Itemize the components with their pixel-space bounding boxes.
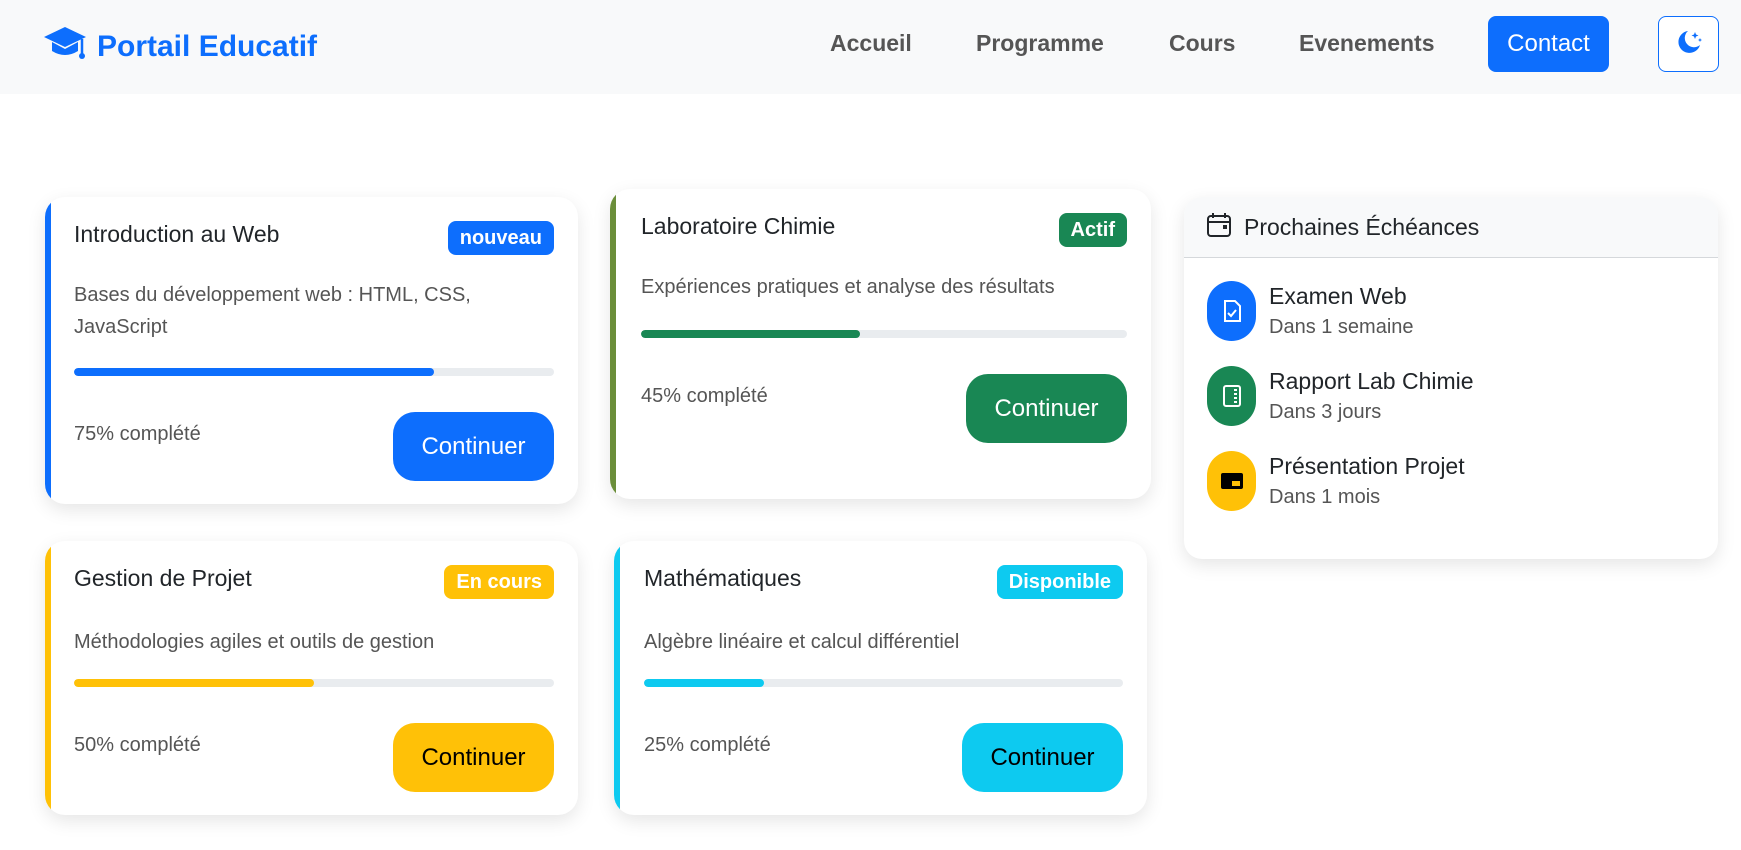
deadlines-panel: Prochaines Échéances Examen Web Dans 1 s… bbox=[1184, 197, 1718, 559]
course-description-line: JavaScript bbox=[74, 316, 168, 338]
progress-text: 25% complété bbox=[644, 734, 771, 756]
deadline-name: Présentation Projet bbox=[1269, 453, 1465, 479]
theme-toggle-button[interactable] bbox=[1658, 16, 1719, 72]
course-description: Algèbre linéaire et calcul différentiel bbox=[644, 631, 960, 653]
deadline-when: Dans 3 jours bbox=[1269, 401, 1382, 423]
deadline-text: Examen Web Dans 1 semaine bbox=[1269, 283, 1414, 339]
presentation-icon bbox=[1207, 451, 1256, 511]
status-badge: Disponible bbox=[996, 565, 1123, 599]
graduation-cap-icon bbox=[43, 24, 87, 69]
course-title: Mathématiques bbox=[644, 565, 802, 591]
progress-fill bbox=[644, 679, 764, 687]
moon-stars-icon bbox=[1675, 28, 1703, 61]
navbar: Portail Educatif Accueil Programme Cours… bbox=[0, 0, 1741, 94]
nav-link-evenements[interactable]: Evenements bbox=[1299, 30, 1435, 57]
journal-icon bbox=[1207, 366, 1256, 426]
course-card-chimie: Laboratoire Chimie Actif Expériences pra… bbox=[610, 189, 1151, 499]
status-badge: nouveau bbox=[447, 221, 554, 255]
progress-text: 50% complété bbox=[74, 734, 201, 756]
course-card-web: Introduction au Web nouveau Bases du dév… bbox=[45, 197, 578, 504]
progress-bar bbox=[74, 679, 554, 687]
progress-bar bbox=[74, 368, 554, 376]
contact-button[interactable]: Contact bbox=[1488, 16, 1609, 72]
course-description: Bases du développement web : HTML, CSS, … bbox=[74, 279, 471, 343]
progress-bar bbox=[641, 330, 1127, 338]
deadline-item[interactable]: Examen Web Dans 1 semaine bbox=[1207, 281, 1414, 341]
card-accent bbox=[45, 197, 51, 504]
progress-fill bbox=[641, 330, 860, 338]
deadline-name: Examen Web bbox=[1269, 283, 1407, 309]
card-accent bbox=[614, 541, 620, 815]
course-description: Expériences pratiques et analyse des rés… bbox=[641, 276, 1055, 298]
nav-link-programme[interactable]: Programme bbox=[976, 30, 1104, 57]
deadline-text: Rapport Lab Chimie Dans 3 jours bbox=[1269, 368, 1474, 424]
course-card-maths: Mathématiques Disponible Algèbre linéair… bbox=[614, 541, 1147, 815]
brand-name: Portail Educatif bbox=[97, 29, 318, 63]
course-title: Laboratoire Chimie bbox=[641, 213, 836, 239]
progress-text: 45% complété bbox=[641, 385, 768, 407]
deadline-item[interactable]: Rapport Lab Chimie Dans 3 jours bbox=[1207, 366, 1474, 426]
status-badge: En cours bbox=[444, 565, 554, 599]
brand[interactable]: Portail Educatif bbox=[43, 24, 317, 69]
card-accent bbox=[610, 189, 616, 499]
continue-button[interactable]: Continuer bbox=[393, 412, 554, 481]
nav-link-accueil[interactable]: Accueil bbox=[830, 30, 912, 57]
progress-fill bbox=[74, 368, 434, 376]
card-accent bbox=[45, 541, 51, 815]
course-title: Introduction au Web bbox=[74, 221, 280, 247]
course-card-projet: Gestion de Projet En cours Méthodologies… bbox=[45, 541, 578, 815]
continue-button[interactable]: Continuer bbox=[393, 723, 554, 792]
calendar-icon bbox=[1206, 212, 1232, 243]
deadline-name: Rapport Lab Chimie bbox=[1269, 368, 1474, 394]
course-title: Gestion de Projet bbox=[74, 565, 252, 591]
deadline-item[interactable]: Présentation Projet Dans 1 mois bbox=[1207, 451, 1465, 511]
deadlines-title: Prochaines Échéances bbox=[1244, 213, 1480, 240]
deadline-text: Présentation Projet Dans 1 mois bbox=[1269, 453, 1465, 509]
progress-fill bbox=[74, 679, 314, 687]
deadline-when: Dans 1 semaine bbox=[1269, 316, 1414, 338]
nav-link-cours[interactable]: Cours bbox=[1169, 30, 1235, 57]
course-description: Méthodologies agiles et outils de gestio… bbox=[74, 631, 435, 653]
status-badge: Actif bbox=[1058, 213, 1127, 247]
continue-button[interactable]: Continuer bbox=[962, 723, 1123, 792]
file-check-icon bbox=[1207, 281, 1256, 341]
progress-bar bbox=[644, 679, 1123, 687]
deadlines-header: Prochaines Échéances bbox=[1184, 197, 1718, 258]
deadline-when: Dans 1 mois bbox=[1269, 486, 1381, 508]
course-description-line: Bases du développement web : HTML, CSS, bbox=[74, 284, 471, 306]
progress-text: 75% complété bbox=[74, 423, 201, 445]
continue-button[interactable]: Continuer bbox=[966, 374, 1127, 443]
